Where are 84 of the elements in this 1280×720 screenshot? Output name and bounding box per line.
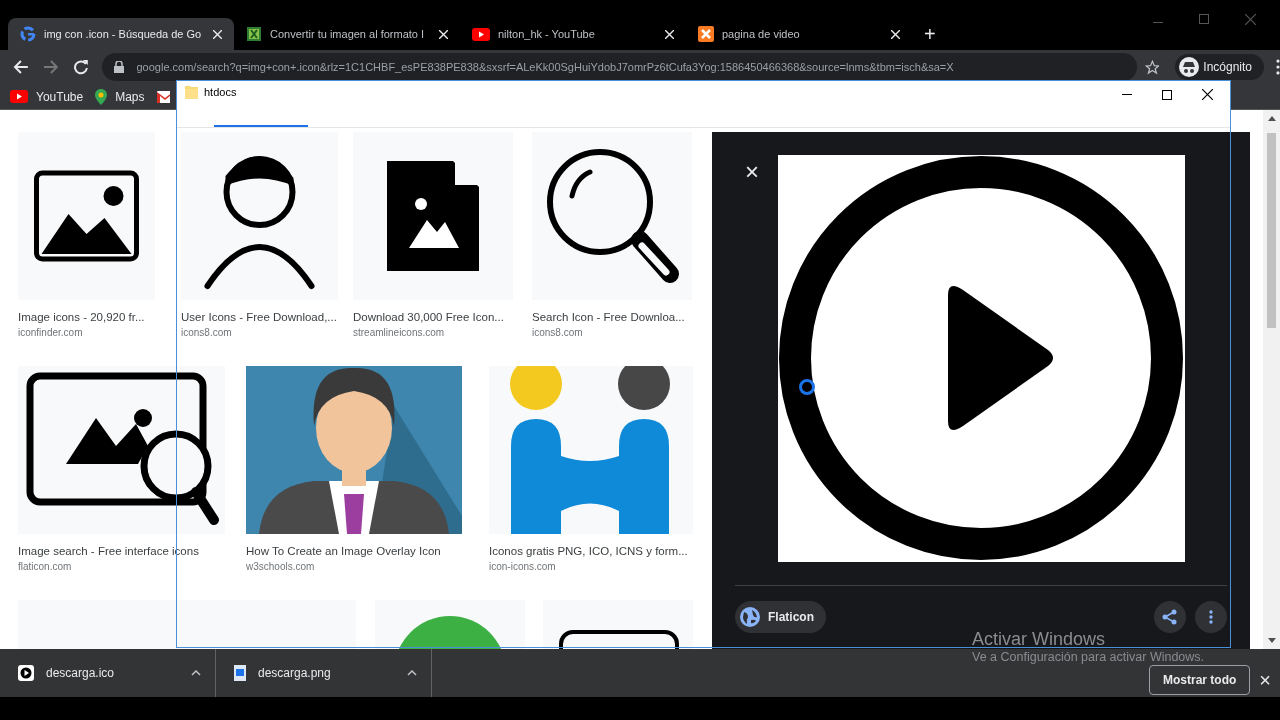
more-icon (1209, 610, 1213, 624)
browser-tab[interactable]: img con .icon - Búsqueda de Go (8, 18, 234, 50)
bookmark-label: Maps (115, 88, 145, 106)
activation-message: Ve a Configuración para activar Windows. (972, 650, 1205, 665)
tab-close-icon[interactable] (891, 29, 900, 39)
window-title: htdocs (204, 85, 237, 99)
person-illustration[interactable] (246, 366, 462, 534)
result-source: flaticon.com (18, 561, 73, 573)
image-icon[interactable] (18, 132, 155, 300)
tab-title: nilton_hk - YouTube (498, 26, 596, 42)
xampp-icon (698, 26, 714, 42)
tab-title: img con .icon - Búsqueda de Go (44, 26, 203, 42)
close-downloads-button[interactable]: × (1259, 665, 1271, 695)
chevron-up-icon[interactable] (407, 670, 417, 676)
source-chip[interactable]: Flaticon (735, 601, 826, 633)
result-source: w3schools.com (246, 561, 316, 573)
scrollbar-thumb[interactable] (1267, 133, 1276, 328)
reload-icon[interactable] (72, 59, 89, 75)
bookmark[interactable]: YouTube (10, 87, 84, 106)
back-arrow-icon[interactable] (13, 59, 29, 75)
user-icon[interactable] (181, 132, 338, 300)
image-file-icon (234, 665, 246, 681)
activation-title: Activar Windows (972, 628, 1107, 650)
bookmark-label: YouTube (36, 88, 84, 106)
lock-icon (114, 61, 125, 73)
menu-icon[interactable] (1276, 59, 1280, 75)
tab-title: pagina de video (722, 26, 801, 42)
preview-close-button[interactable]: × (745, 160, 759, 184)
play-file-icon (18, 665, 34, 681)
scrollbar[interactable] (1263, 110, 1280, 649)
bookmark[interactable]: Maps (95, 87, 145, 106)
result-title[interactable]: Iconos gratis PNG, ICO, ICNS y form... (489, 544, 693, 558)
image-file-icon[interactable] (353, 132, 513, 300)
map-pin-icon (95, 88, 108, 105)
browser-tab[interactable]: nilton_hk - YouTube (460, 18, 686, 50)
tab-close-icon[interactable] (439, 29, 448, 39)
tab-title: Convertir tu imagen al formato I (270, 26, 426, 42)
share-button[interactable] (1154, 601, 1186, 633)
google-icon (20, 26, 36, 42)
new-tab-button[interactable]: + (912, 18, 948, 50)
image-search-icon[interactable] (18, 366, 225, 534)
address-bar[interactable]: google.com/search?q=img+con+.icon&rlz=1C1CHBF_esPE838PE838&sxsrf=ALeKk00SgHuiYdobJ7omrPz6tCufa3Yog:1586450466368&source=lnms&tbm=isch&sa=X (102, 53, 1137, 81)
star-icon[interactable] (1144, 59, 1160, 75)
result-title[interactable]: Search Icon - Free Downloa... (532, 310, 692, 324)
chevron-up-icon[interactable] (191, 670, 201, 676)
download-filename: descarga.png (258, 665, 332, 682)
incognito-icon (1179, 57, 1200, 77)
result-source: icon-icons.com (489, 561, 557, 573)
browser-tab[interactable]: Convertir tu imagen al formato I (234, 18, 460, 50)
result-source: icons8.com (532, 327, 584, 339)
url-text: google.com/search?q=img+con+.icon&rlz=1C1CHBF_esPE838PE838&sxsrf=ALeKk00SgHuiYdobJ7omrPz6tCufa3Yog:1586450466368&source=lnms&tbm=isch&sa=X (136, 59, 954, 75)
result-title[interactable]: Download 30,000 Free Icon... (353, 310, 513, 324)
play-icon (778, 155, 1185, 562)
download-filename: descarga.ico (46, 665, 116, 682)
browser-tab[interactable]: pagina de video (686, 18, 912, 50)
result-source: icons8.com (181, 327, 233, 339)
h-letter-icon[interactable] (489, 366, 693, 534)
restore-icon[interactable] (1199, 14, 1209, 24)
show-all-button[interactable]: Mostrar todo (1148, 665, 1251, 695)
youtube-icon (10, 90, 28, 103)
close-button[interactable] (1202, 89, 1213, 100)
spreadsheet-icon (246, 26, 262, 42)
more-button[interactable] (1195, 601, 1227, 633)
youtube-icon (472, 27, 490, 41)
maximize-button[interactable] (1162, 89, 1172, 100)
loading-cursor-icon (798, 378, 816, 396)
tab-close-icon[interactable] (213, 29, 222, 39)
globe-icon (740, 607, 760, 627)
share-icon (1162, 609, 1178, 625)
device-outline-icon[interactable] (543, 600, 693, 649)
result-source: streamlineicons.com (353, 327, 446, 339)
incognito-chip[interactable]: Incógnito (1175, 54, 1265, 80)
result-title[interactable]: How To Create an Image Overlay Icon (246, 544, 462, 558)
result-title[interactable]: User Icons - Free Download,... (181, 310, 338, 324)
close-icon[interactable] (1245, 14, 1256, 25)
mail-icon[interactable] (156, 90, 170, 103)
tab-close-icon[interactable] (665, 29, 674, 39)
scroll-down-arrow-icon[interactable] (1267, 638, 1276, 643)
scroll-up-arrow-icon[interactable] (1267, 116, 1276, 121)
folder-icon (185, 85, 198, 99)
result-title[interactable]: Image icons - 20,920 fr... (18, 310, 155, 324)
result-source: iconfinder.com (18, 327, 84, 339)
search-icon[interactable] (532, 132, 692, 300)
forward-arrow-icon[interactable] (42, 59, 59, 75)
